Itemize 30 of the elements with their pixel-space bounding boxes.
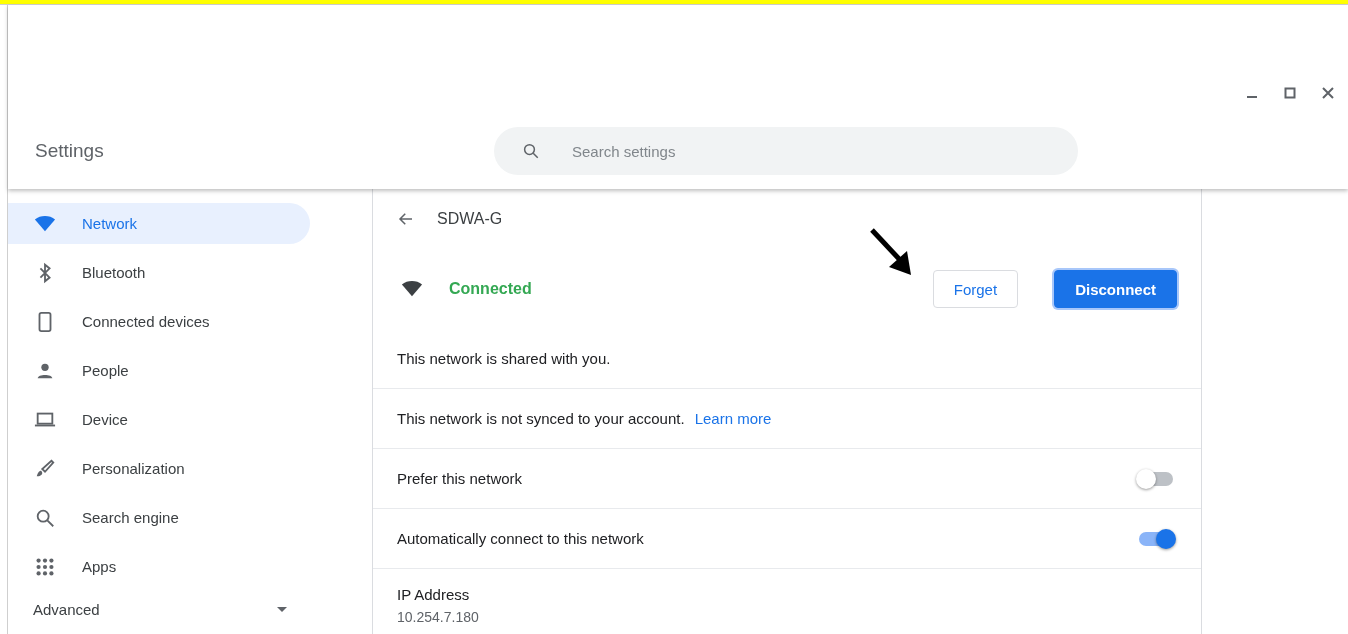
back-arrow-icon[interactable] xyxy=(397,210,415,228)
sidebar-item[interactable]: Apps xyxy=(8,546,310,587)
learn-more-link[interactable]: Learn more xyxy=(694,410,772,427)
sidebar-item[interactable]: Device xyxy=(8,399,310,440)
field-value: 10.254.7.180 xyxy=(397,609,479,625)
sidebar-item[interactable]: Connected devices xyxy=(8,301,310,342)
sidebar-item[interactable]: Personalization xyxy=(8,448,310,489)
toggle-switch[interactable] xyxy=(1139,471,1173,486)
caret-icon xyxy=(277,606,287,613)
setting-text: Automatically connect to this network xyxy=(397,530,644,547)
search-icon xyxy=(522,142,540,160)
network-name: SDWA-G xyxy=(437,210,503,228)
sidebar-item[interactable]: Bluetooth xyxy=(8,252,310,293)
sidebar-item[interactable]: Network xyxy=(8,203,310,244)
disconnect-button[interactable]: Disconnect xyxy=(1054,270,1177,308)
window-title: Settings xyxy=(34,140,105,162)
close-icon[interactable] xyxy=(1322,87,1334,99)
grid-icon xyxy=(34,555,56,578)
search-field[interactable]: Search settings xyxy=(494,127,1078,175)
sidebar-item[interactable]: Search engine xyxy=(8,497,310,538)
setting-text: This network is shared with you. xyxy=(397,350,611,367)
advanced-section-toggle[interactable]: Advanced xyxy=(33,601,287,618)
toggle-switch[interactable] xyxy=(1139,531,1173,546)
maximize-icon[interactable] xyxy=(1284,87,1296,99)
setting-text: This network is not synced to your account. xyxy=(397,410,685,427)
field-label: IP Address xyxy=(397,586,471,603)
sidebar-item[interactable]: People xyxy=(8,350,310,391)
setting-text: Prefer this network xyxy=(397,470,523,487)
connection-status: Connected xyxy=(449,280,532,298)
forget-button[interactable]: Forget xyxy=(932,270,1019,308)
